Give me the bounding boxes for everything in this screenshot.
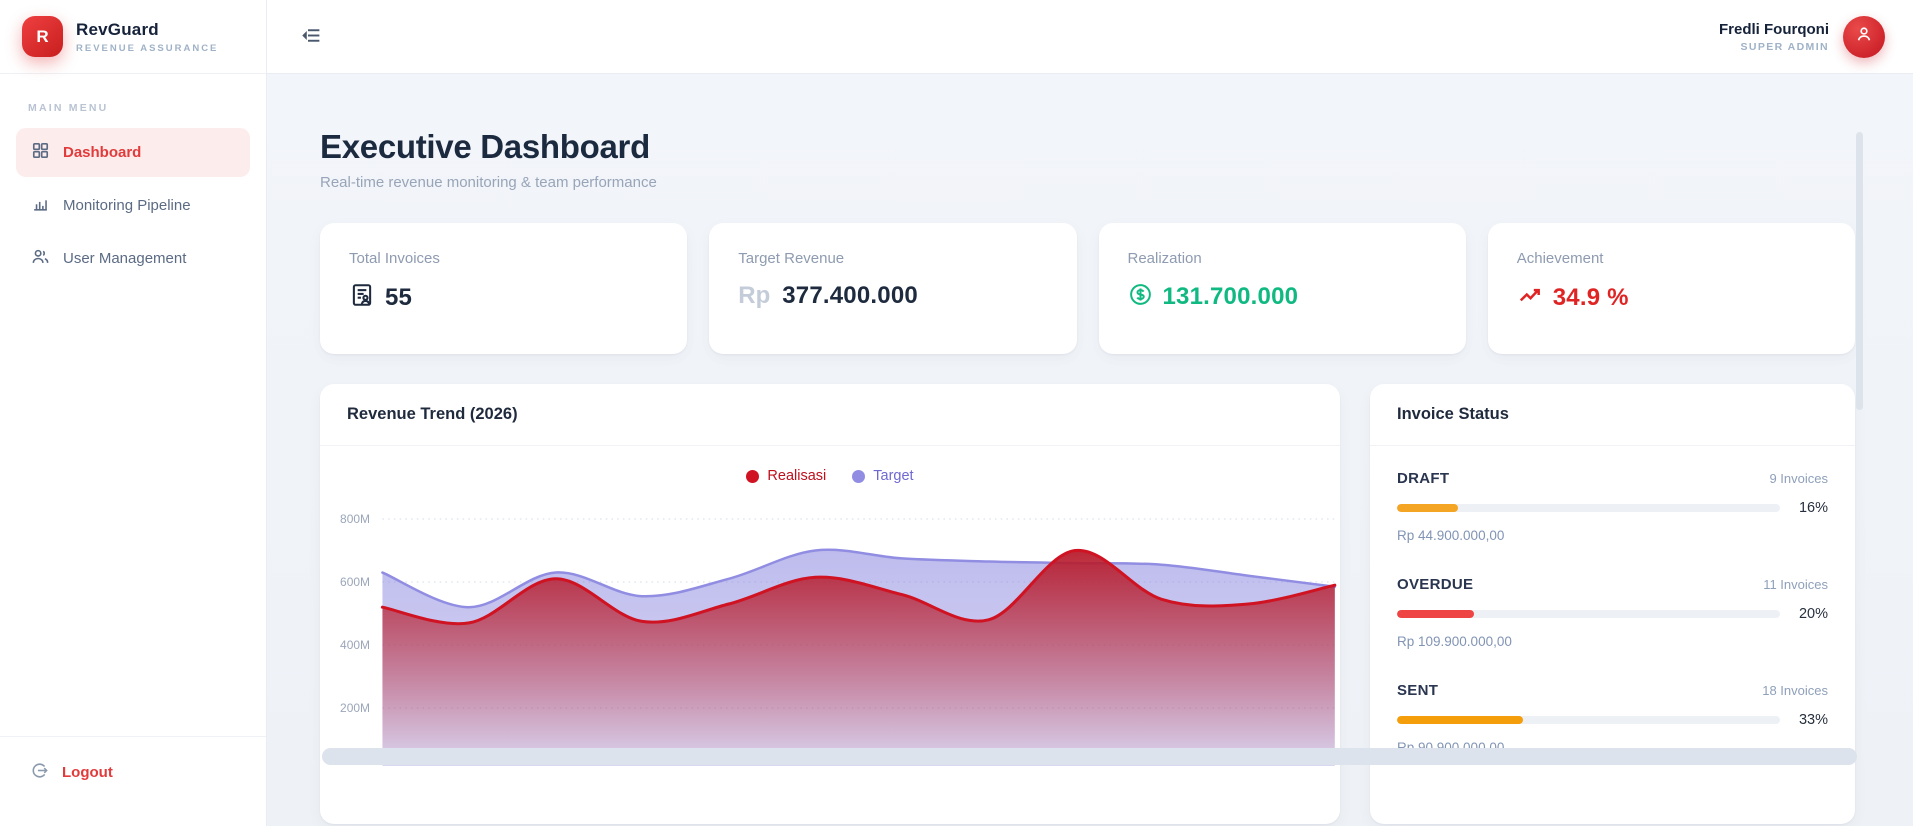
collapse-sidebar-icon (301, 25, 322, 49)
sidebar-item-monitoring-pipeline[interactable]: Monitoring Pipeline (16, 181, 250, 230)
vertical-scrollbar[interactable] (1856, 132, 1863, 410)
progress-track (1397, 610, 1780, 618)
invoice-status-title: Invoice Status (1397, 405, 1509, 423)
svg-text:200M: 200M (340, 702, 370, 715)
bar-chart-icon (31, 194, 50, 217)
chart-legend: Realisasi Target (320, 468, 1340, 484)
stat-value: 377.400.000 (782, 282, 918, 309)
brand: R RevGuard REVENUE ASSURANCE (0, 0, 266, 74)
stat-label: Achievement (1516, 250, 1604, 267)
progress-fill (1397, 716, 1524, 724)
sidebar-item-dashboard[interactable]: Dashboard (16, 128, 250, 177)
stat-card-total-invoices: Total Invoices 55 (320, 223, 688, 354)
main-area: Fredli Fourqoni SUPER ADMIN Executive Da… (267, 0, 1913, 826)
trend-up-icon (1517, 282, 1543, 313)
progress-fill (1397, 610, 1474, 618)
brand-logo-letter: R (36, 26, 49, 46)
user-role: SUPER ADMIN (1740, 40, 1829, 53)
brand-text: RevGuard REVENUE ASSURANCE (76, 20, 218, 54)
person-icon (1854, 24, 1874, 49)
invoice-status-item-draft: DRAFT 9 Invoices 16% Rp 44.900.000,00 (1397, 470, 1828, 543)
user-box[interactable]: Fredli Fourqoni SUPER ADMIN (1719, 15, 1885, 58)
users-icon (31, 247, 50, 270)
stat-card-target-revenue: Target Revenue Rp 377.400.000 (709, 223, 1077, 354)
brand-tagline: REVENUE ASSURANCE (76, 42, 219, 54)
grid-icon (31, 141, 50, 164)
invoice-status-list: DRAFT 9 Invoices 16% Rp 44.900.000,00 OV… (1370, 446, 1855, 755)
top-bar: Fredli Fourqoni SUPER ADMIN (267, 0, 1913, 74)
stat-value: 34.9 % (1552, 283, 1629, 311)
logout-section: Logout (0, 736, 266, 826)
content-area: Executive Dashboard Real-time revenue mo… (267, 74, 1913, 826)
legend-dot-realisasi (746, 469, 760, 483)
status-label: OVERDUE (1397, 576, 1474, 593)
stat-label: Target Revenue (738, 250, 845, 267)
progress-track (1397, 716, 1780, 724)
stat-value: 55 (385, 283, 413, 311)
legend-label: Target (873, 468, 914, 484)
stat-label: Total Invoices (349, 250, 440, 267)
user-text: Fredli Fourqoni SUPER ADMIN (1719, 21, 1829, 53)
stat-label: Realization (1127, 250, 1202, 267)
stat-card-achievement: Achievement 34.9 % (1487, 223, 1855, 354)
sidebar-item-label: User Management (63, 250, 187, 267)
svg-text:400M: 400M (340, 639, 370, 652)
horizontal-scrollbar[interactable] (322, 748, 1857, 765)
logout-button[interactable]: Logout (30, 761, 236, 784)
sidebar-item-user-management[interactable]: User Management (16, 234, 250, 283)
status-label: DRAFT (1397, 470, 1450, 487)
sidebar-item-label: Dashboard (63, 144, 142, 161)
amount-label: Rp 109.900.000,00 (1397, 634, 1512, 649)
invoice-status-item-sent: SENT 18 Invoices 33% Rp 90.900.000,00 (1397, 682, 1828, 755)
page-subtitle: Real-time revenue monitoring & team perf… (320, 174, 657, 191)
logout-label: Logout (62, 764, 113, 781)
amount-label: Rp 44.900.000,00 (1397, 528, 1505, 543)
brand-logo: R (22, 16, 63, 57)
progress-fill (1397, 504, 1459, 512)
percent-label: 33% (1798, 712, 1828, 728)
svg-text:800M: 800M (340, 513, 370, 526)
sidebar-menu: MAIN MENU Dashboard Monitoring Pipeline (0, 74, 266, 736)
legend-item-target[interactable]: Target (852, 468, 914, 484)
invoice-file-icon (349, 282, 375, 313)
user-name: Fredli Fourqoni (1719, 20, 1829, 38)
sidebar-item-label: Monitoring Pipeline (63, 197, 191, 214)
sidebar-collapse-button[interactable] (295, 19, 328, 55)
brand-name: RevGuard (76, 19, 159, 39)
revenue-trend-chart[interactable]: 800M 600M 400M 200M (320, 494, 1340, 766)
dollar-circle-icon (1128, 282, 1153, 312)
legend-dot-target (852, 469, 866, 483)
menu-section-label: MAIN MENU (28, 102, 109, 114)
invoice-count: 9 Invoices (1769, 471, 1828, 486)
stat-value: 131.700.000 (1162, 283, 1299, 310)
app-root: R RevGuard REVENUE ASSURANCE MAIN MENU D… (0, 0, 1913, 826)
svg-text:600M: 600M (340, 576, 370, 589)
chart-title: Revenue Trend (2026) (347, 405, 518, 423)
avatar[interactable] (1843, 15, 1885, 58)
currency-prefix: Rp (738, 282, 771, 309)
sidebar: R RevGuard REVENUE ASSURANCE MAIN MENU D… (0, 0, 267, 826)
progress-track (1397, 504, 1780, 512)
stat-card-realization: Realization 131.700.000 (1098, 223, 1466, 354)
page-title: Executive Dashboard (320, 128, 650, 165)
chart-card-header: Revenue Trend (2026) (320, 384, 1340, 446)
invoice-card-header: Invoice Status (1370, 384, 1855, 446)
invoice-count: 11 Invoices (1763, 577, 1828, 592)
logout-icon (30, 761, 49, 784)
legend-label: Realisasi (767, 468, 827, 484)
invoice-count: 18 Invoices (1762, 683, 1828, 698)
legend-item-realisasi[interactable]: Realisasi (746, 468, 826, 484)
chart-body: Realisasi Target 800M 600M 400M 200M (320, 446, 1340, 824)
status-label: SENT (1397, 682, 1439, 699)
stat-cards-row: Total Invoices 55 Target Revenue Rp 377.… (320, 223, 1855, 354)
invoice-status-item-overdue: OVERDUE 11 Invoices 20% Rp 109.900.000,0… (1397, 576, 1828, 649)
percent-label: 20% (1798, 606, 1828, 622)
percent-label: 16% (1798, 500, 1828, 516)
